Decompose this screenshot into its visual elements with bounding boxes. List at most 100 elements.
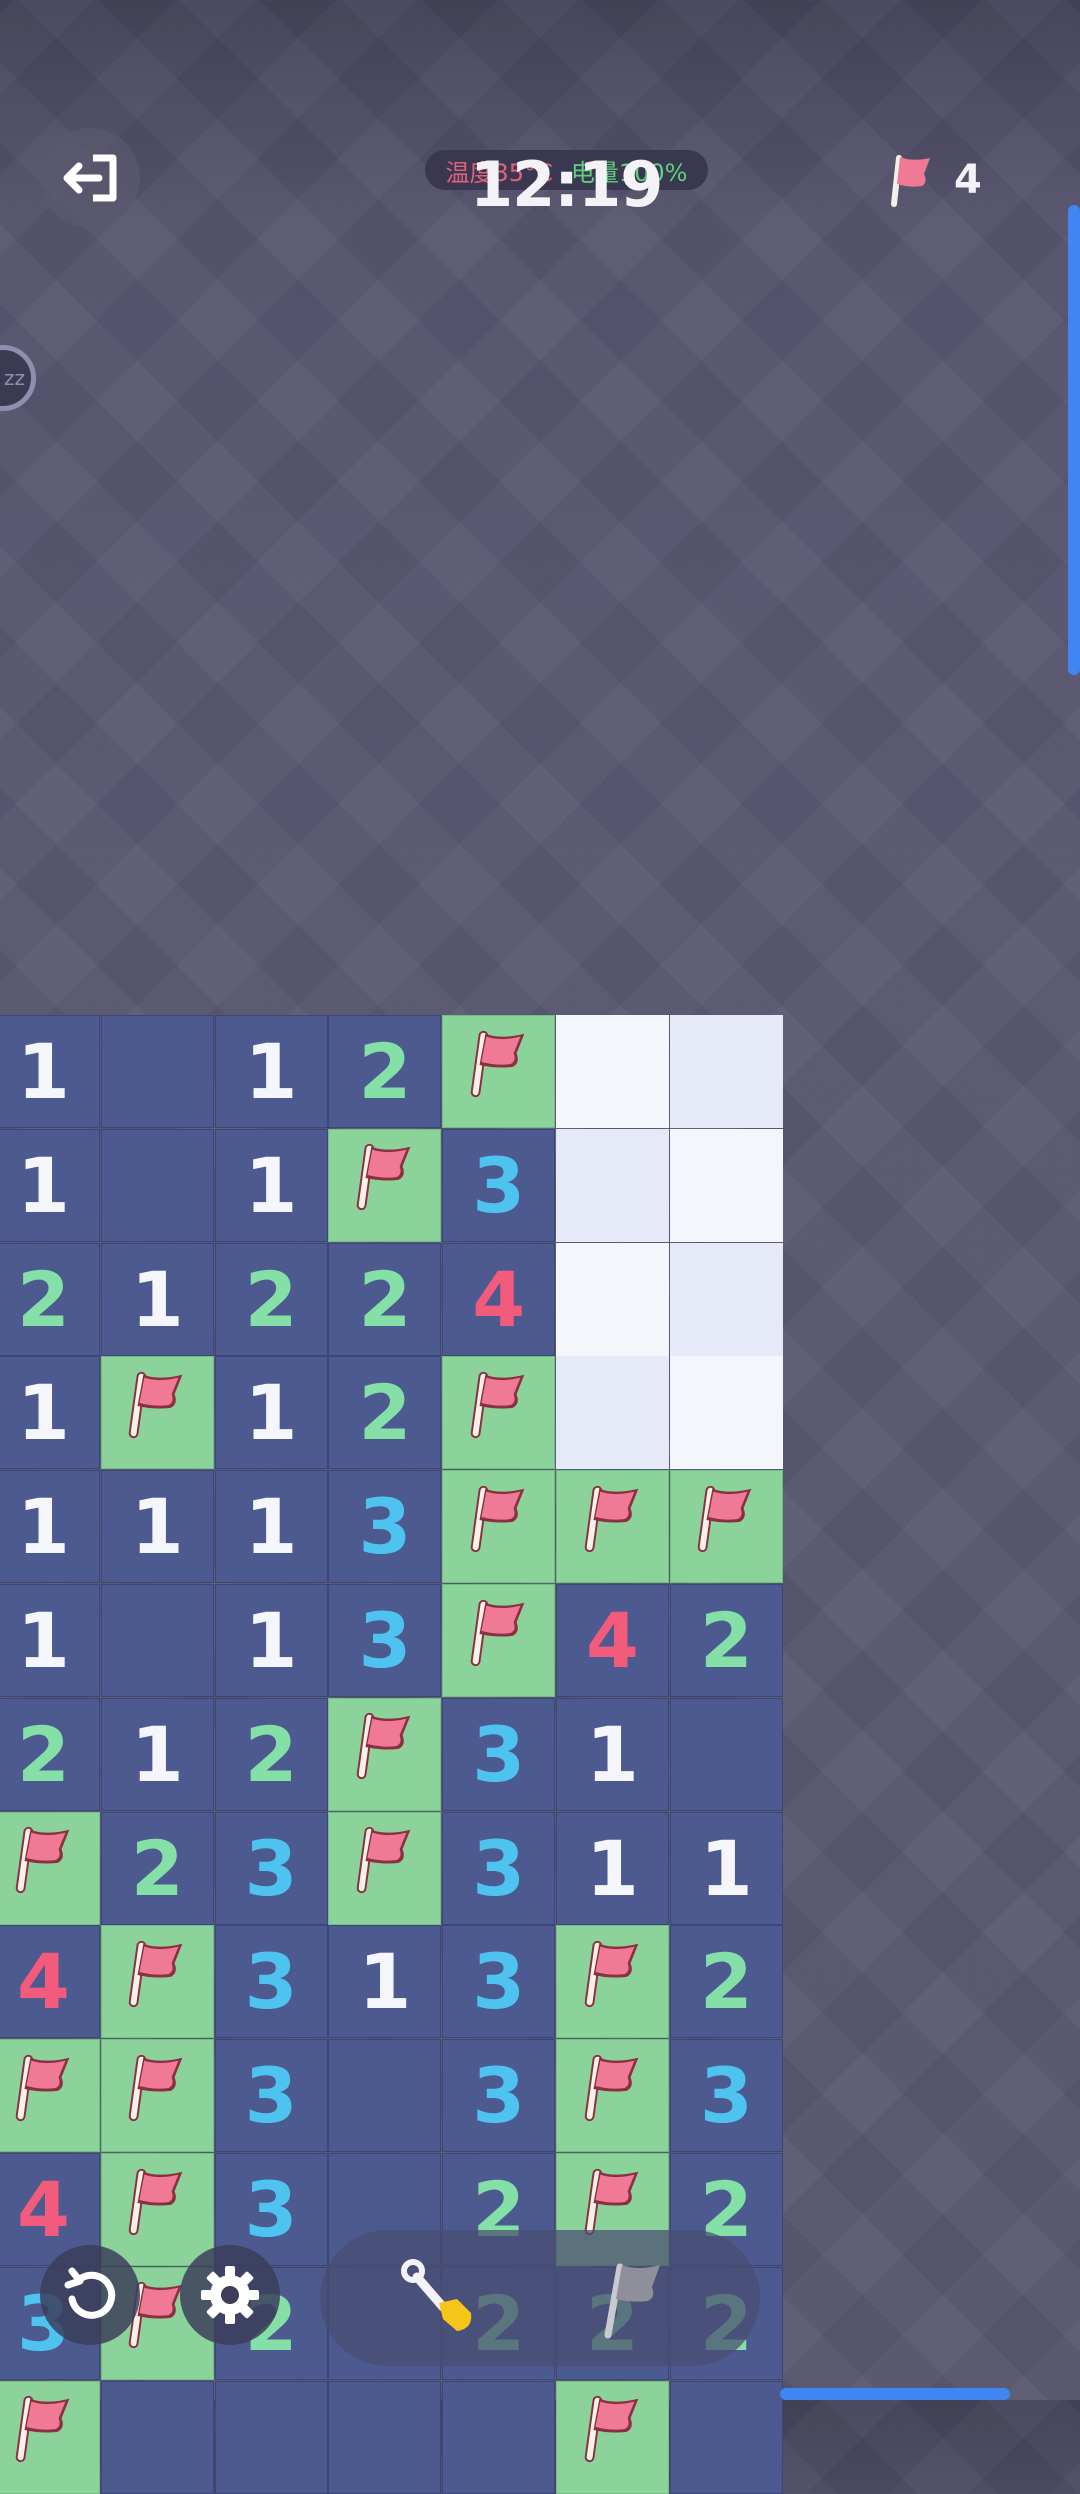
unrevealed-cell[interactable] xyxy=(556,1128,669,1242)
revealed-cell[interactable]: 2 xyxy=(0,1242,100,1356)
unrevealed-cell[interactable] xyxy=(556,1015,669,1128)
unrevealed-cell[interactable] xyxy=(669,1015,783,1128)
revealed-cell[interactable]: 3 xyxy=(669,2039,783,2153)
revealed-cell[interactable] xyxy=(669,1697,783,1811)
flag-icon xyxy=(460,1479,538,1575)
revealed-cell[interactable]: 1 xyxy=(214,1584,328,1697)
dig-tool-button[interactable] xyxy=(360,2230,520,2366)
revealed-cell[interactable]: 2 xyxy=(100,1811,214,1925)
revealed-cell[interactable]: 3 xyxy=(214,2039,328,2153)
flagged-cell[interactable] xyxy=(556,1925,669,2039)
revealed-cell[interactable]: 2 xyxy=(214,1697,328,1811)
cell-number: 3 xyxy=(244,2165,298,2254)
flag-icon xyxy=(604,2263,660,2339)
revealed-cell[interactable]: 3 xyxy=(328,1584,442,1697)
revealed-cell[interactable]: 3 xyxy=(442,1925,556,2039)
revealed-cell[interactable]: 2 xyxy=(214,1242,328,1356)
flagged-cell[interactable] xyxy=(442,1470,556,1584)
flagged-cell[interactable] xyxy=(556,2039,669,2153)
revealed-cell[interactable]: 1 xyxy=(0,1015,100,1128)
flagged-cell[interactable] xyxy=(442,1015,556,1128)
exit-button[interactable] xyxy=(40,128,140,228)
revealed-cell[interactable]: 1 xyxy=(0,1470,100,1584)
settings-button[interactable] xyxy=(180,2245,280,2345)
revealed-cell[interactable]: 2 xyxy=(669,1925,783,2039)
revealed-cell[interactable]: 1 xyxy=(556,1811,669,1925)
restart-button[interactable] xyxy=(40,2245,140,2345)
flagged-cell[interactable] xyxy=(0,2039,100,2153)
revealed-cell[interactable]: 1 xyxy=(214,1015,328,1128)
unrevealed-cell[interactable] xyxy=(556,1356,669,1470)
revealed-cell[interactable]: 2 xyxy=(328,1356,442,1470)
flagged-cell[interactable] xyxy=(442,1356,556,1470)
flagged-cell[interactable] xyxy=(100,2153,214,2266)
revealed-cell[interactable] xyxy=(442,2380,556,2494)
revealed-cell[interactable]: 1 xyxy=(328,1925,442,2039)
cell-number: 4 xyxy=(586,1596,639,1685)
flagged-cell[interactable] xyxy=(0,2380,100,2494)
revealed-cell[interactable]: 3 xyxy=(442,2039,556,2153)
revealed-cell[interactable]: 1 xyxy=(0,1584,100,1697)
horizontal-scrollbar[interactable] xyxy=(780,2388,1010,2400)
cell-number: 3 xyxy=(472,1140,526,1230)
revealed-cell[interactable]: 3 xyxy=(442,1811,556,1925)
revealed-cell[interactable]: 2 xyxy=(0,1697,100,1811)
revealed-cell[interactable] xyxy=(100,1584,214,1697)
unrevealed-cell[interactable] xyxy=(556,1242,669,1356)
revealed-cell[interactable]: 3 xyxy=(328,1470,442,1584)
flag-icon xyxy=(574,1479,652,1575)
revealed-cell[interactable] xyxy=(100,1128,214,1242)
unrevealed-cell[interactable] xyxy=(669,1356,783,1470)
revealed-cell[interactable]: 3 xyxy=(214,1925,328,2039)
flagged-cell[interactable] xyxy=(0,1811,100,1925)
minesweeper-board[interactable]: 1121132122411211131134221231233114313233… xyxy=(0,1015,785,2494)
revealed-cell[interactable]: 2 xyxy=(328,1242,442,1356)
revealed-cell[interactable] xyxy=(328,2380,442,2494)
revealed-cell[interactable]: 2 xyxy=(669,1584,783,1697)
cell-number: 1 xyxy=(244,1596,298,1685)
flag-tool-button[interactable] xyxy=(550,2230,710,2366)
revealed-cell[interactable]: 2 xyxy=(328,1015,442,1128)
revealed-cell[interactable]: 1 xyxy=(556,1697,669,1811)
revealed-cell[interactable]: 4 xyxy=(556,1584,669,1697)
revealed-cell[interactable] xyxy=(669,2380,783,2494)
revealed-cell[interactable] xyxy=(214,2380,328,2494)
revealed-cell[interactable] xyxy=(100,2380,214,2494)
revealed-cell[interactable]: 4 xyxy=(0,1925,100,2039)
revealed-cell[interactable]: 1 xyxy=(214,1128,328,1242)
flagged-cell[interactable] xyxy=(556,2380,669,2494)
flagged-cell[interactable] xyxy=(100,1925,214,2039)
revealed-cell[interactable]: 1 xyxy=(0,1356,100,1470)
flagged-cell[interactable] xyxy=(328,1697,442,1811)
revealed-cell[interactable]: 1 xyxy=(100,1242,214,1356)
revealed-cell[interactable]: 1 xyxy=(100,1697,214,1811)
revealed-cell[interactable]: 3 xyxy=(214,1811,328,1925)
flag-icon xyxy=(460,1024,538,1120)
exit-icon xyxy=(63,154,117,202)
revealed-cell[interactable]: 1 xyxy=(100,1470,214,1584)
cell-number: 1 xyxy=(586,1823,639,1913)
flagged-cell[interactable] xyxy=(100,1356,214,1470)
flagged-cell[interactable] xyxy=(100,2039,214,2153)
revealed-cell[interactable]: 3 xyxy=(442,1128,556,1242)
flagged-cell[interactable] xyxy=(442,1584,556,1697)
revealed-cell[interactable]: 3 xyxy=(442,1697,556,1811)
unrevealed-cell[interactable] xyxy=(669,1128,783,1242)
flagged-cell[interactable] xyxy=(328,1811,442,1925)
revealed-cell[interactable] xyxy=(100,1015,214,1128)
flag-icon xyxy=(346,1820,424,1916)
revealed-cell[interactable]: 4 xyxy=(442,1242,556,1356)
flagged-cell[interactable] xyxy=(556,1470,669,1584)
flagged-cell[interactable] xyxy=(328,1128,442,1242)
revealed-cell[interactable]: 1 xyxy=(0,1128,100,1242)
zoom-indicator[interactable]: zz xyxy=(0,345,36,411)
cell-number: 4 xyxy=(17,2165,70,2254)
revealed-cell[interactable]: 1 xyxy=(214,1470,328,1584)
unrevealed-cell[interactable] xyxy=(669,1242,783,1356)
revealed-cell[interactable]: 1 xyxy=(669,1811,783,1925)
flagged-cell[interactable] xyxy=(669,1470,783,1584)
revealed-cell[interactable] xyxy=(328,2039,442,2153)
revealed-cell[interactable]: 1 xyxy=(214,1356,328,1470)
vertical-scrollbar[interactable] xyxy=(1068,205,1080,675)
cell-number: 1 xyxy=(244,1140,298,1230)
